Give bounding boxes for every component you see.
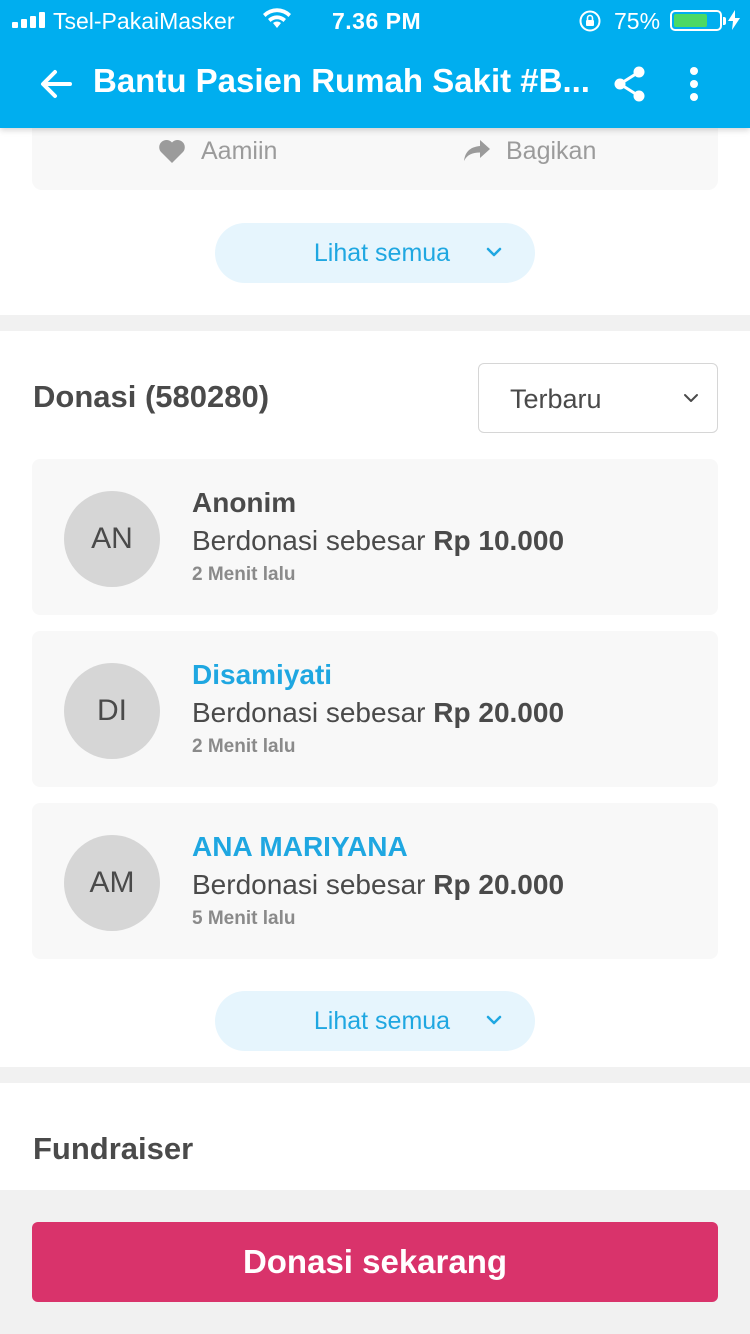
see-all-prayers-button[interactable]: Lihat semua xyxy=(215,223,535,283)
prayers-section: Aamiin Bagikan Lihat semua xyxy=(0,128,750,315)
avatar: DI xyxy=(64,663,160,759)
see-all-donations-button[interactable]: Lihat semua xyxy=(215,991,535,1051)
heart-icon xyxy=(159,139,185,163)
chevron-down-icon xyxy=(486,1015,502,1025)
forward-arrow-icon xyxy=(464,140,490,161)
chevron-down-icon xyxy=(486,247,502,257)
donation-amount: Berdonasi sebesar Rp 10.000 xyxy=(192,525,564,557)
donation-time: 5 Menit lalu xyxy=(192,908,296,929)
clock: 7.36 PM xyxy=(332,8,422,34)
donor-name: Anonim xyxy=(192,487,297,518)
donor-name-link[interactable]: ANA MARIYANA xyxy=(192,831,408,863)
status-bar: Tsel-PakaiMasker 7.36 PM 75% xyxy=(0,0,750,40)
battery-fill xyxy=(674,14,707,27)
amiin-button[interactable]: Aamiin xyxy=(157,136,277,166)
top-bar: Tsel-PakaiMasker 7.36 PM 75% Bantu Pasie… xyxy=(0,0,750,128)
amiin-label: Aamiin xyxy=(201,136,278,165)
chevron-down-icon xyxy=(684,394,698,402)
donation-amount-prefix: Berdonasi sebesar xyxy=(192,525,434,556)
donation-item: AM ANA MARIYANA Berdonasi sebesar Rp 20.… xyxy=(32,803,718,959)
fundraiser-title: Fundraiser xyxy=(33,1131,194,1166)
share-icon[interactable] xyxy=(611,64,649,104)
share-label: Bagikan xyxy=(506,136,597,165)
more-vertical-icon[interactable] xyxy=(682,64,706,104)
fundraiser-section: Fundraiser xyxy=(0,1083,750,1203)
share-prayer-button[interactable]: Bagikan xyxy=(462,136,596,166)
donation-amount: Berdonasi sebesar Rp 20.000 xyxy=(192,869,564,901)
bottom-action-bar: Donasi sekarang xyxy=(0,1190,750,1334)
battery-icon xyxy=(670,10,726,31)
donation-amount-prefix: Berdonasi sebesar xyxy=(192,697,434,728)
app-bar: Bantu Pasien Rumah Sakit #B... xyxy=(0,40,750,128)
charging-bolt-icon xyxy=(728,10,740,30)
donation-time: 2 Menit lalu xyxy=(192,736,296,757)
sort-select[interactable]: Terbaru xyxy=(478,363,718,433)
carrier-name: Tsel-PakaiMasker xyxy=(53,8,235,34)
avatar: AM xyxy=(64,835,160,931)
wifi-icon xyxy=(263,8,291,28)
donations-section: Donasi (580280) Terbaru AN Anonim Berdon… xyxy=(0,331,750,1067)
donations-title: Donasi (580280) xyxy=(33,379,270,414)
donation-item: DI Disamiyati Berdonasi sebesar Rp 20.00… xyxy=(32,631,718,787)
prayer-card-actions: Aamiin Bagikan xyxy=(32,128,718,190)
donation-time: 2 Menit lalu xyxy=(192,564,296,585)
see-all-label: Lihat semua xyxy=(313,238,451,267)
battery-percent: 75% xyxy=(614,8,661,34)
donate-now-button[interactable]: Donasi sekarang xyxy=(32,1222,718,1302)
donation-item: AN Anonim Berdonasi sebesar Rp 10.000 2 … xyxy=(32,459,718,615)
back-arrow-icon[interactable] xyxy=(36,64,76,104)
donor-name-link[interactable]: Disamiyati xyxy=(192,659,332,691)
sort-selected-value: Terbaru xyxy=(510,384,602,414)
donation-amount-value: Rp 20.000 xyxy=(433,869,565,900)
donation-amount-prefix: Berdonasi sebesar xyxy=(192,869,434,900)
donation-amount-value: Rp 10.000 xyxy=(433,525,565,556)
signal-icon xyxy=(12,12,45,28)
donation-amount-value: Rp 20.000 xyxy=(433,697,565,728)
donation-amount: Berdonasi sebesar Rp 20.000 xyxy=(192,697,564,729)
page-title: Bantu Pasien Rumah Sakit #B... xyxy=(93,62,590,99)
orientation-lock-icon xyxy=(579,10,601,32)
avatar: AN xyxy=(64,491,160,587)
see-all-label: Lihat semua xyxy=(313,1006,451,1035)
